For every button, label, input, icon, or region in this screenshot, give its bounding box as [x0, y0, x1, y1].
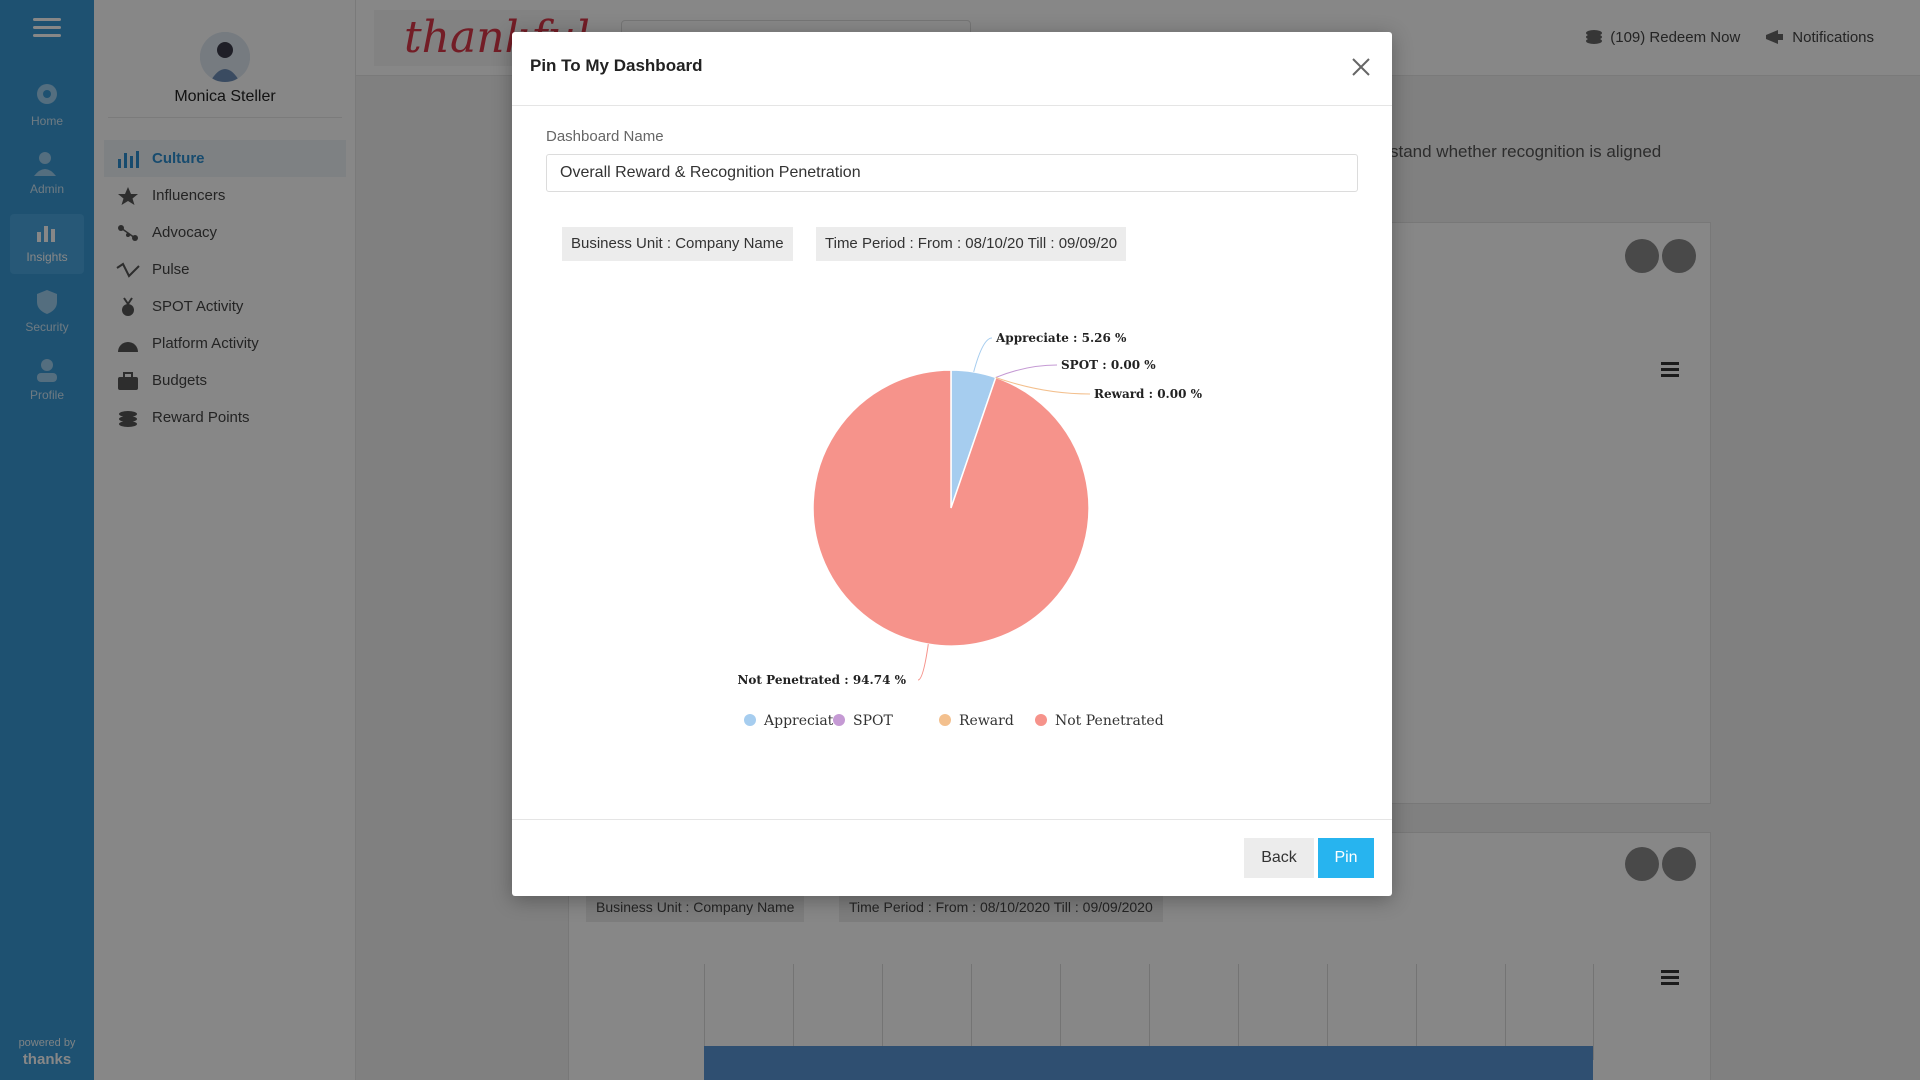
- pin-button[interactable]: Pin: [1318, 838, 1374, 878]
- dashboard-name-label: Dashboard Name: [546, 128, 664, 145]
- data-label-connector: [917, 644, 929, 681]
- legend-label[interactable]: SPOT: [853, 713, 893, 729]
- modal-header: Pin To My Dashboard: [512, 32, 1392, 106]
- data-label: SPOT : 0.00 %: [1061, 358, 1156, 372]
- legend-marker[interactable]: [833, 714, 845, 726]
- back-button[interactable]: Back: [1244, 838, 1314, 878]
- time-period-chip: Time Period : From : 08/10/20 Till : 09/…: [816, 227, 1127, 261]
- legend-label[interactable]: Appreciate: [763, 713, 842, 729]
- data-label-connector: [973, 337, 993, 373]
- data-label: Not Penetrated : 94.74 %: [737, 673, 906, 687]
- pin-dashboard-modal: Pin To My Dashboard Dashboard Name Busin…: [512, 32, 1392, 896]
- close-icon[interactable]: [1350, 56, 1372, 78]
- data-label-connector: [995, 364, 1058, 378]
- penetration-pie-chart: Appreciate : 5.26 % SPOT : 0.00 % Reward :…: [737, 331, 1203, 729]
- legend-label[interactable]: Reward: [959, 713, 1014, 729]
- legend-marker[interactable]: [939, 714, 951, 726]
- modal-title: Pin To My Dashboard: [530, 56, 703, 75]
- legend-label[interactable]: Not Penetrated: [1055, 713, 1164, 729]
- pie-slice-not-penetrated[interactable]: [812, 369, 1090, 647]
- legend-marker[interactable]: [744, 714, 756, 726]
- data-label: Appreciate : 5.26 %: [995, 331, 1127, 345]
- data-label: Reward : 0.00 %: [1094, 387, 1203, 401]
- business-unit-chip: Business Unit : Company Name: [562, 227, 793, 261]
- legend-marker[interactable]: [1035, 714, 1047, 726]
- dashboard-name-input[interactable]: [546, 154, 1358, 192]
